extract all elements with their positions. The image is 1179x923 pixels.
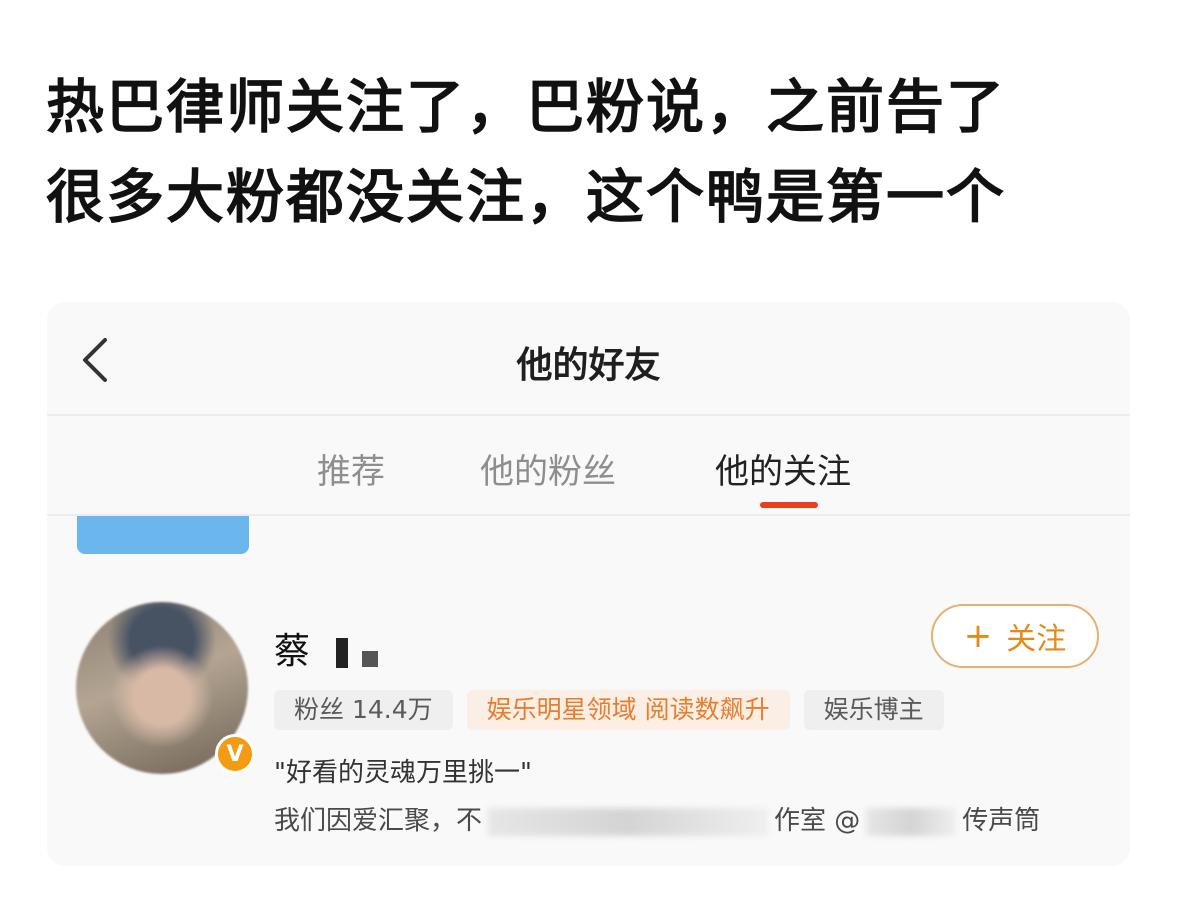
blurred-text — [488, 807, 769, 836]
user-tags: 粉丝 14.4万 娱乐明星领域 阅读数飙升 娱乐博主 — [274, 690, 944, 730]
partial-list-item-banner — [77, 516, 249, 554]
fans-count-tag: 粉丝 14.4万 — [274, 690, 453, 730]
verified-icon: V — [215, 734, 255, 774]
user-description: 我们因爱汇聚，不 作室 @ 传声筒 — [274, 800, 1040, 837]
redacted-mark — [336, 638, 349, 668]
active-tab-indicator — [760, 502, 818, 508]
plus-icon: + — [963, 616, 993, 656]
top-navbar: 他的好友 — [47, 302, 1130, 416]
list-item[interactable]: V 蔡 + 关注 粉丝 14.4万 娱乐明星领域 阅读数飙升 娱乐博主 "好看的… — [47, 592, 1130, 862]
post-caption: 热巴律师关注了，巴粉说，之前告了 很多大粉都没关注，这个鸭是第一个 — [46, 62, 1146, 242]
blurred-text — [866, 807, 957, 836]
tab-his-fans[interactable]: 他的粉丝 — [480, 444, 616, 493]
desc-end: 传声筒 — [962, 806, 1041, 836]
user-bio: "好看的灵魂万里挑一" — [274, 758, 532, 788]
desc-mid: 作室 @ — [774, 806, 861, 836]
tab-bar: 推荐 他的粉丝 他的关注 — [47, 416, 1130, 516]
follow-label: 关注 — [1006, 622, 1067, 657]
desc-start: 我们因爱汇聚，不 — [274, 806, 483, 836]
user-name-text: 蔡 — [274, 631, 311, 672]
domain-rank-tag[interactable]: 娱乐明星领域 阅读数飙升 — [466, 690, 790, 730]
user-name[interactable]: 蔡 — [274, 622, 379, 674]
redacted-mark — [362, 651, 379, 667]
caption-line-2: 很多大粉都没关注，这个鸭是第一个 — [46, 163, 1007, 231]
page-title: 他的好友 — [516, 345, 661, 386]
category-tag: 娱乐博主 — [803, 690, 944, 730]
screenshot-page: 热巴律师关注了，巴粉说，之前告了 很多大粉都没关注，这个鸭是第一个 他的好友 推… — [0, 0, 1179, 923]
caption-line-1: 热巴律师关注了，巴粉说，之前告了 — [46, 73, 1007, 141]
tab-recommend[interactable]: 推荐 — [317, 444, 385, 493]
app-screenshot-card: 他的好友 推荐 他的粉丝 他的关注 V 蔡 + 关注 粉丝 14.4万 娱乐明星… — [47, 302, 1130, 866]
tab-his-following[interactable]: 他的关注 — [715, 444, 851, 493]
follow-button[interactable]: + 关注 — [931, 604, 1099, 668]
